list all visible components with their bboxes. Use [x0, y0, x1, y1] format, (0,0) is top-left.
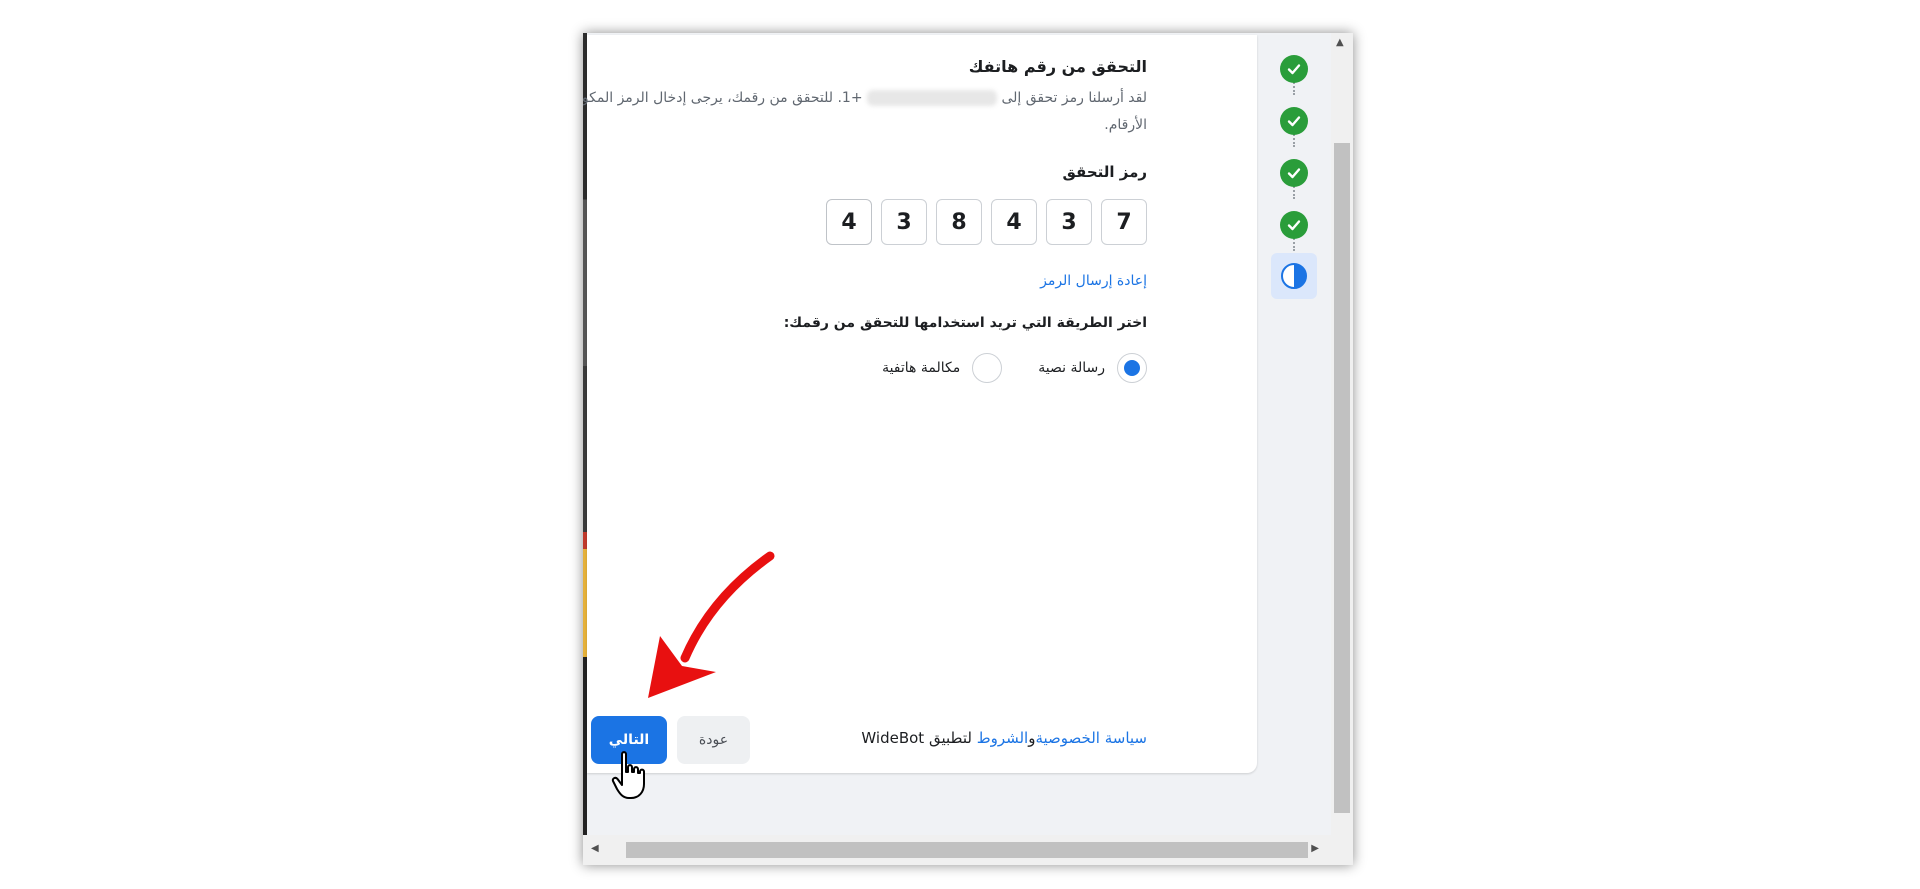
code-digit-1[interactable]: 7: [1101, 199, 1147, 245]
horizontal-scrollbar[interactable]: ◀ ▶: [583, 835, 1353, 865]
step-3-complete: [1274, 153, 1314, 193]
vertical-scroll-thumb[interactable]: [1334, 143, 1350, 813]
check-icon: [1280, 55, 1308, 83]
page-title: التحقق من رقم هاتفك: [968, 57, 1147, 76]
method-question: اختر الطريقة التي تريد استخدامها للتحقق …: [783, 315, 1147, 331]
terms-link[interactable]: الشروط: [977, 729, 1029, 747]
code-label: رمز التحقق: [1062, 163, 1148, 181]
scroll-left-icon[interactable]: ◀: [591, 843, 599, 854]
code-digit-3[interactable]: 4: [991, 199, 1037, 245]
step-1-complete: [1274, 49, 1314, 89]
half-circle-icon: [1281, 263, 1307, 289]
browser-window: التحقق من رقم هاتفك لقد أرسلنا رمز تحقق …: [583, 33, 1353, 865]
code-digit-4[interactable]: 8: [936, 199, 982, 245]
step-2-complete: [1274, 101, 1314, 141]
scroll-up-icon[interactable]: ▲: [1336, 37, 1344, 48]
call-radio[interactable]: [972, 353, 1003, 383]
code-input-group: 7 3 4 8 3 4: [826, 199, 1147, 245]
footer-terms: سياسة الخصوصيةوالشروط لتطبيق WideBot: [861, 729, 1147, 747]
scroll-right-icon[interactable]: ▶: [1311, 843, 1319, 854]
description-start: لقد أرسلنا رمز تحقق إلى: [1001, 90, 1147, 106]
code-digit-2[interactable]: 3: [1046, 199, 1092, 245]
horizontal-scroll-thumb[interactable]: [626, 842, 1308, 858]
check-icon: [1280, 107, 1308, 135]
check-icon: [1280, 211, 1308, 239]
code-digit-5[interactable]: 3: [881, 199, 927, 245]
check-icon: [1280, 159, 1308, 187]
call-radio-label[interactable]: مكالمة هاتفية: [882, 360, 960, 376]
redacted-phone-number: [867, 90, 998, 106]
sms-radio-label[interactable]: رسالة نصية: [1038, 360, 1105, 376]
radio-selected-dot: [1124, 360, 1140, 376]
verification-description: لقد أرسلنا رمز تحقق إلى +1. للتحقق من رق…: [583, 85, 1147, 139]
progress-stepper: [1266, 39, 1322, 339]
hand-cursor-icon: [611, 751, 645, 799]
step-5-current: [1271, 253, 1317, 299]
method-radio-group: رسالة نصية مكالمة هاتفية: [882, 353, 1147, 383]
step-4-complete: [1274, 205, 1314, 245]
annotation-arrow-icon: [648, 551, 775, 698]
sms-radio[interactable]: [1117, 353, 1147, 383]
resend-code-link[interactable]: إعادة إرسال الرمز: [1040, 273, 1147, 289]
footer-suffix: لتطبيق WideBot: [861, 729, 972, 747]
code-digit-6[interactable]: 4: [826, 199, 872, 245]
vertical-scrollbar[interactable]: ▲ ▼: [1331, 33, 1353, 849]
privacy-policy-link[interactable]: سياسة الخصوصية: [1035, 729, 1147, 747]
back-button[interactable]: عودة: [677, 716, 750, 764]
